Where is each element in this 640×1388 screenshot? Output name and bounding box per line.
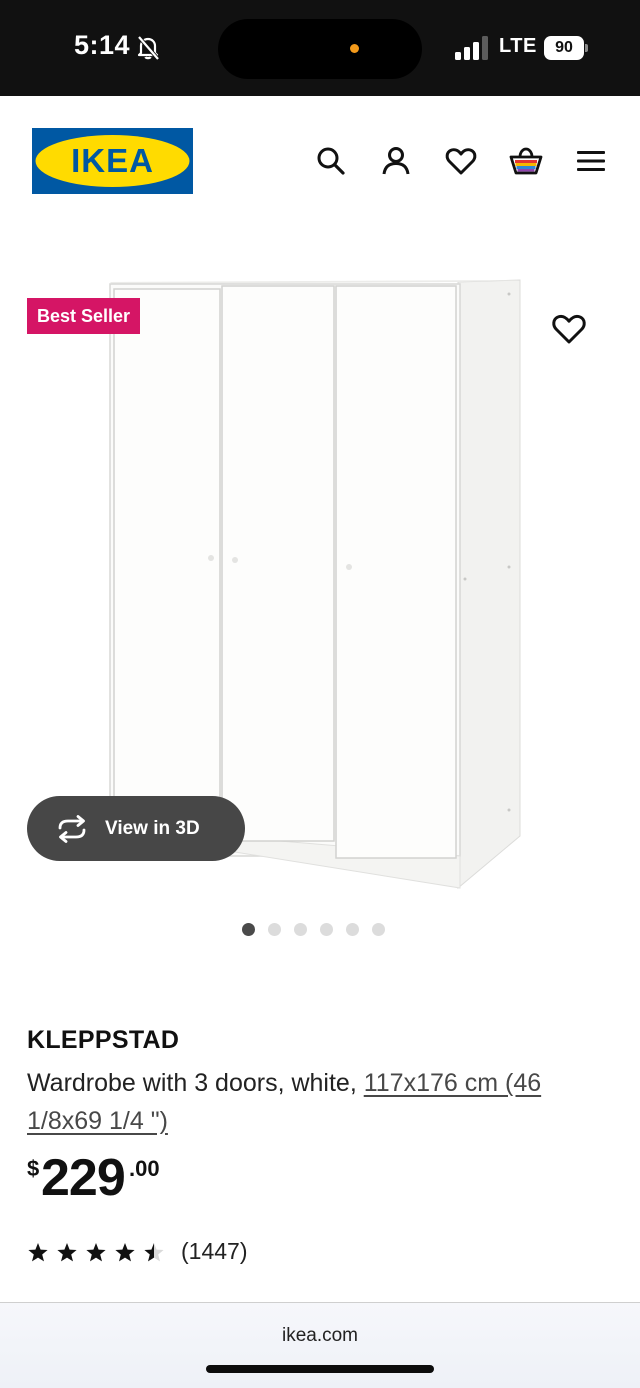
carousel-dot[interactable] [242,923,255,936]
price-decimal: .00 [129,1156,160,1181]
star-icon [115,1243,135,1262]
view-in-3d-button[interactable]: View in 3D [27,796,245,861]
url-text[interactable]: ikea.com [0,1325,640,1347]
home-indicator[interactable] [206,1365,434,1373]
site-header: IKEA [0,96,640,236]
image-carousel-dots [242,923,385,937]
bell-muted-icon [137,35,160,61]
status-bar: 5:14 LTE 90 [0,0,640,96]
price-integer: 229 [41,1149,126,1207]
menu-icon[interactable] [574,144,608,178]
heart-icon[interactable] [444,144,478,178]
favorite-heart-icon[interactable] [550,311,588,347]
signal-icon [455,36,488,60]
carousel-dot[interactable] [268,923,281,936]
ikea-logo[interactable]: IKEA [32,128,193,194]
rating-stars [28,1243,164,1262]
rotate-3d-icon [58,815,86,843]
half-star-icon [144,1243,164,1262]
browser-address-bar[interactable]: ikea.com [0,1303,640,1388]
carousel-dot[interactable] [294,923,307,936]
product-description: Wardrobe with 3 doors, white, 117x176 cm… [27,1064,607,1140]
star-icon [28,1243,48,1262]
search-icon[interactable] [314,144,348,178]
status-time: 5:14 [74,30,131,60]
view-in-3d-label: View in 3D [105,818,200,839]
carousel-dot[interactable] [372,923,385,936]
battery-cap [585,44,588,52]
product-type: Wardrobe with 3 doors, white, [27,1069,364,1097]
logo-text: IKEA [71,142,154,179]
network-label: LTE [499,35,537,57]
carousel-dot[interactable] [346,923,359,936]
battery-level: 90 [544,36,584,60]
price-currency: $ [27,1156,40,1181]
dynamic-island [218,19,422,79]
carousel-dot[interactable] [320,923,333,936]
review-count[interactable]: (1447) [181,1238,247,1265]
star-icon [86,1243,106,1262]
user-icon[interactable] [379,144,413,178]
star-icon [57,1243,77,1262]
battery-icon: 90 [544,36,588,60]
product-name: KLEPPSTAD [27,1026,180,1054]
cart-icon[interactable] [509,144,543,178]
best-seller-badge: Best Seller [27,298,141,334]
privacy-indicator [350,44,359,53]
